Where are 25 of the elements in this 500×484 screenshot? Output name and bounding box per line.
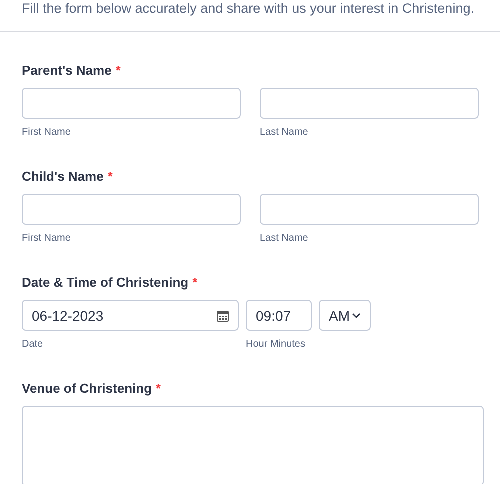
- text-input[interactable]: [260, 88, 479, 119]
- text-input[interactable]: [260, 194, 479, 225]
- required-asterisk: *: [116, 63, 121, 78]
- ampm-dropdown[interactable]: AM: [319, 300, 371, 331]
- sublabel: Date: [22, 339, 44, 350]
- required-asterisk: *: [156, 381, 162, 396]
- text-input[interactable]: [22, 194, 241, 225]
- date-input[interactable]: 06-12-2023: [22, 300, 239, 331]
- time-input[interactable]: 09:07: [246, 300, 312, 331]
- sublabel: First Name: [22, 233, 72, 244]
- field-label: Venue of Christening: [22, 381, 152, 396]
- sublabel: Last Name: [260, 127, 310, 138]
- chevron-down-icon: [352, 312, 361, 318]
- required-asterisk: *: [192, 275, 198, 290]
- field-label: Child's Name: [22, 169, 104, 184]
- field-label: Parent's Name: [22, 63, 112, 78]
- text-input[interactable]: [22, 88, 241, 119]
- sublabel: Hour Minutes: [246, 339, 306, 350]
- textarea-input[interactable]: [22, 406, 484, 484]
- sublabel: First Name: [22, 127, 72, 138]
- sublabel: Last Name: [260, 233, 310, 244]
- form-description: Fill the form below accurately and share with us your interest in Christening.: [21, 0, 476, 17]
- required-asterisk: *: [108, 169, 113, 184]
- calendar-icon: [217, 310, 229, 322]
- field-label: Date & Time of Christening: [22, 275, 189, 290]
